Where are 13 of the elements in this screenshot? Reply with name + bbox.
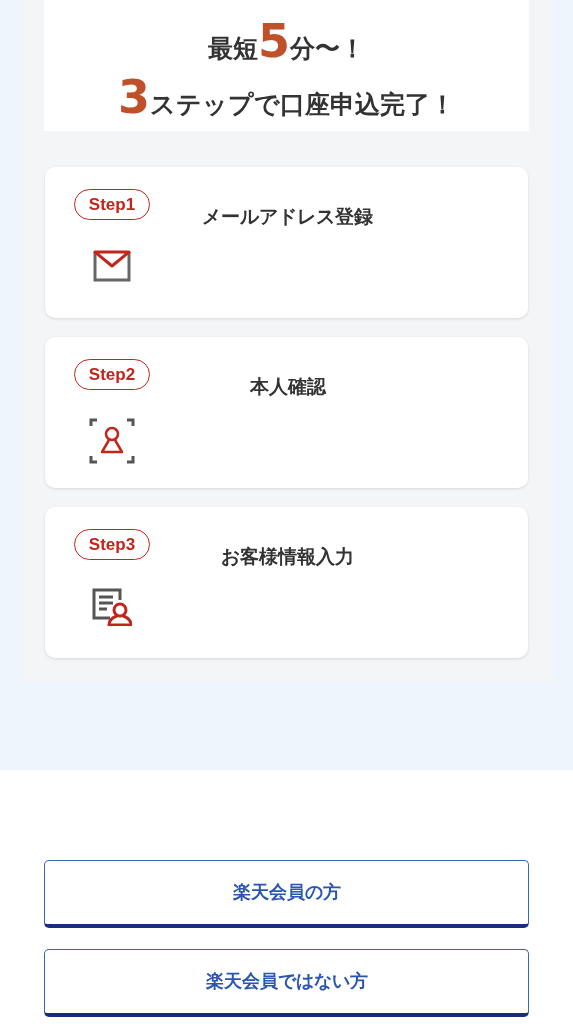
- step-title: 本人確認: [249, 376, 326, 397]
- headline-text: 最短: [208, 35, 258, 61]
- member-option-button[interactable]: 楽天会員の方: [44, 860, 529, 928]
- step-title: メールアドレス登録: [202, 206, 373, 227]
- step-title: お客様情報入力: [221, 546, 354, 567]
- headline-number: 5: [258, 17, 290, 64]
- envelope-icon: [93, 248, 131, 282]
- headline-number: 3: [118, 73, 150, 120]
- headline-text: ステップで口座申込完了！: [150, 91, 455, 117]
- document-person-icon: [92, 588, 132, 626]
- headline-text: 分〜！: [290, 35, 365, 61]
- member-option-button[interactable]: 楽天会員ではない方: [44, 949, 529, 1017]
- person-scan-icon: [89, 418, 135, 464]
